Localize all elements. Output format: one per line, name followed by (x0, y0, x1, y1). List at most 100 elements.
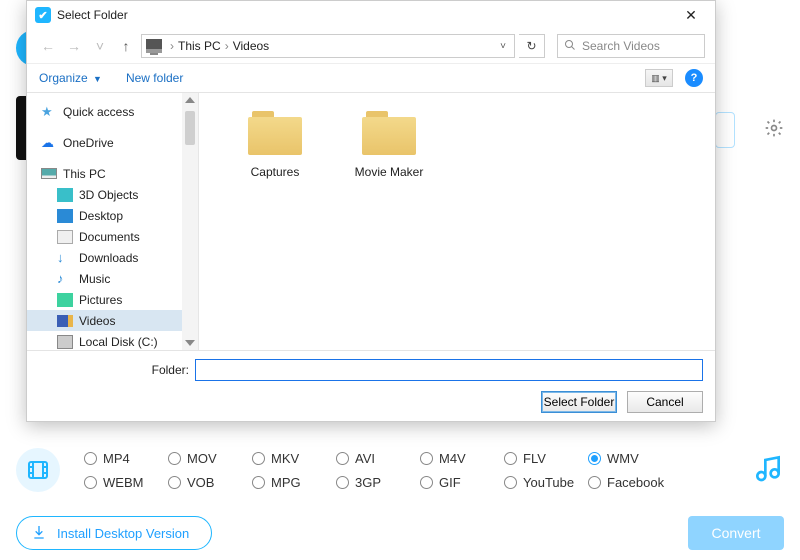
folder-item[interactable]: Movie Maker (349, 111, 429, 350)
sidebar-item-quick-access[interactable]: ★Quick access (27, 101, 198, 122)
titlebar: ✔ Select Folder ✕ (27, 1, 715, 29)
refresh-button[interactable]: ↻ (519, 34, 545, 58)
format-radio-vob[interactable]: VOB (168, 475, 252, 490)
radio-icon (420, 452, 433, 465)
radio-icon (336, 476, 349, 489)
cloud-icon: ☁ (41, 136, 57, 150)
sidebar-item-label: OneDrive (63, 136, 114, 150)
install-label: Install Desktop Version (57, 526, 189, 541)
format-label: MKV (271, 451, 299, 466)
format-radio-mp4[interactable]: MP4 (84, 451, 168, 466)
document-icon (57, 230, 73, 244)
search-icon (564, 39, 576, 54)
folder-label: Movie Maker (349, 165, 429, 179)
sidebar-item-label: Music (79, 272, 110, 286)
format-label: GIF (439, 475, 461, 490)
radio-icon (168, 476, 181, 489)
format-label: FLV (523, 451, 546, 466)
radio-icon (420, 476, 433, 489)
new-folder-button[interactable]: New folder (126, 71, 183, 85)
format-radio-m4v[interactable]: M4V (420, 451, 504, 466)
add-button-fragment[interactable] (715, 112, 735, 148)
format-label: Facebook (607, 475, 664, 490)
radio-icon (504, 476, 517, 489)
format-label: WMV (607, 451, 639, 466)
folder-label: Folder: (39, 363, 195, 377)
format-label: WEBM (103, 475, 143, 490)
video-format-icon[interactable] (16, 448, 60, 492)
search-placeholder: Search Videos (582, 39, 660, 53)
sidebar-scrollbar[interactable] (182, 93, 198, 350)
format-label: AVI (355, 451, 375, 466)
forward-button[interactable]: → (63, 35, 85, 57)
audio-format-icon[interactable] (752, 452, 784, 489)
crumb-videos[interactable]: Videos (233, 39, 269, 53)
format-label: M4V (439, 451, 466, 466)
sidebar-item-desktop[interactable]: Desktop (27, 205, 198, 226)
radio-icon (252, 476, 265, 489)
toolbar: Organize ▼ New folder ▥ ▾ ? (27, 63, 715, 93)
sidebar-item-label: This PC (63, 167, 106, 181)
sidebar-item-documents[interactable]: Documents (27, 226, 198, 247)
folder-content-pane[interactable]: Captures Movie Maker (199, 93, 715, 350)
format-radio-gif[interactable]: GIF (420, 475, 504, 490)
sidebar-item-music[interactable]: ♪ Music (27, 268, 198, 289)
select-folder-button[interactable]: Select Folder (541, 391, 617, 413)
sidebar-item-pictures[interactable]: Pictures (27, 289, 198, 310)
organize-menu[interactable]: Organize ▼ (39, 71, 102, 85)
recent-dropdown[interactable]: ˅ (89, 35, 111, 57)
pc-icon (41, 168, 57, 179)
sidebar-item-downloads[interactable]: ↓Downloads (27, 247, 198, 268)
sidebar-item-local-disk-c-[interactable]: Local Disk (C:) (27, 331, 198, 350)
sidebar-item-onedrive[interactable]: ☁ OneDrive (27, 132, 198, 153)
dialog-title: Select Folder (57, 8, 673, 22)
back-button[interactable]: ← (37, 35, 59, 57)
close-icon[interactable]: ✕ (673, 7, 709, 24)
view-options-button[interactable]: ▥ ▾ (645, 69, 673, 87)
chevron-down-icon[interactable]: ˅ (496, 41, 510, 52)
format-radio-mov[interactable]: MOV (168, 451, 252, 466)
sidebar-item-label: Pictures (79, 293, 122, 307)
chevron-right-icon: › (225, 39, 229, 53)
folder-name-input[interactable] (195, 359, 703, 381)
breadcrumb[interactable]: › This PC › Videos ˅ (141, 34, 515, 58)
sidebar-item-label: 3D Objects (79, 188, 138, 202)
format-radio-youtube[interactable]: YouTube (504, 475, 588, 490)
format-label: YouTube (523, 475, 574, 490)
install-desktop-button[interactable]: Install Desktop Version (16, 516, 212, 550)
format-radio-mkv[interactable]: MKV (252, 451, 336, 466)
pictures-icon (57, 293, 73, 307)
download-icon (31, 524, 47, 543)
sidebar-item-videos[interactable]: Videos (27, 310, 198, 331)
dialog-footer: Folder: Select Folder Cancel (27, 350, 715, 421)
format-radio-mpg[interactable]: MPG (252, 475, 336, 490)
up-button[interactable]: ↑ (115, 35, 137, 57)
format-radio-3gp[interactable]: 3GP (336, 475, 420, 490)
format-radio-webm[interactable]: WEBM (84, 475, 168, 490)
format-radio-facebook[interactable]: Facebook (588, 475, 672, 490)
music-icon: ♪ (57, 272, 73, 286)
sidebar-item-this-pc[interactable]: This PC (27, 163, 198, 184)
star-icon: ★ (41, 105, 57, 119)
format-label: MPG (271, 475, 301, 490)
cancel-button[interactable]: Cancel (627, 391, 703, 413)
search-input[interactable]: Search Videos (557, 34, 705, 58)
download-icon: ↓ (57, 251, 73, 265)
radio-icon (168, 452, 181, 465)
nav-bar: ← → ˅ ↑ › This PC › Videos ˅ ↻ Search Vi… (27, 29, 715, 63)
format-radio-wmv[interactable]: WMV (588, 451, 672, 466)
videos-icon (57, 315, 73, 327)
format-radio-flv[interactable]: FLV (504, 451, 588, 466)
format-label: 3GP (355, 475, 381, 490)
app-icon: ✔ (35, 7, 51, 23)
format-label: VOB (187, 475, 214, 490)
convert-button[interactable]: Convert (688, 516, 784, 550)
radio-icon (84, 476, 97, 489)
help-button[interactable]: ? (685, 69, 703, 87)
chevron-down-icon: ▼ (93, 74, 102, 84)
gear-icon[interactable] (764, 118, 784, 144)
crumb-pc[interactable]: This PC (178, 39, 221, 53)
folder-item[interactable]: Captures (235, 111, 315, 350)
format-radio-avi[interactable]: AVI (336, 451, 420, 466)
sidebar-item-3d-objects[interactable]: 3D Objects (27, 184, 198, 205)
